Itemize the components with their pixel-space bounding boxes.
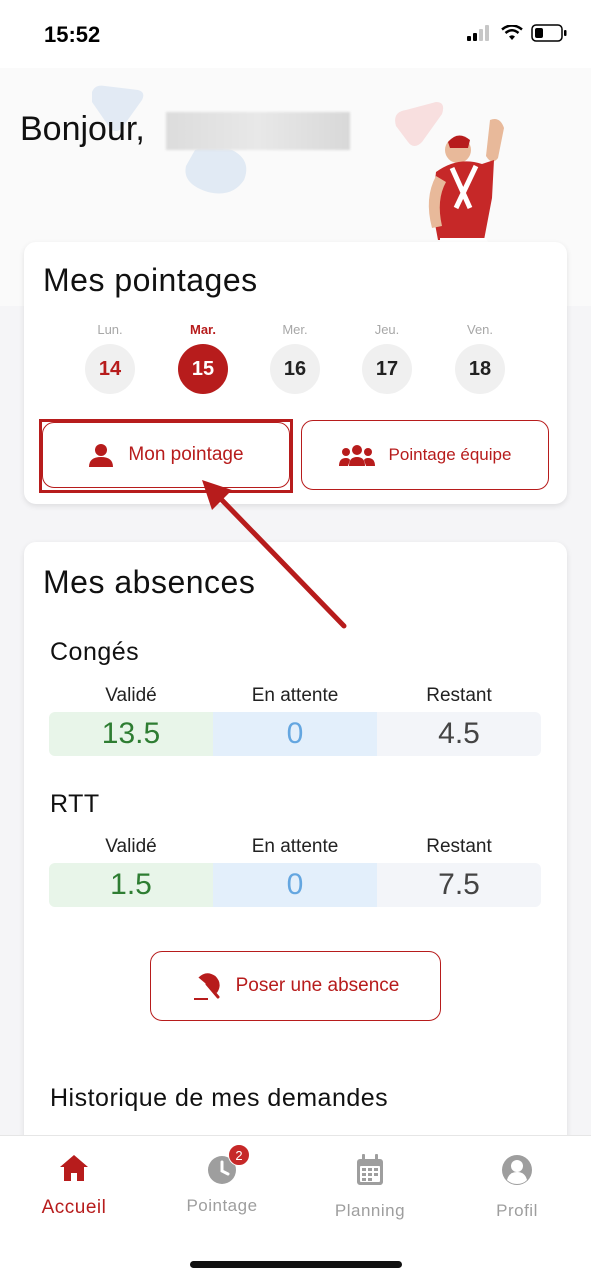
day-jeu[interactable]: Jeu. 17 xyxy=(360,322,414,394)
home-icon xyxy=(60,1155,88,1181)
column-header: En attente xyxy=(251,836,339,857)
conges-en-attente: 0 xyxy=(213,712,377,756)
column-header: Validé xyxy=(105,836,157,857)
column-header: En attente xyxy=(251,685,339,706)
conges-valide: 13.5 xyxy=(49,712,213,756)
poser-absence-label: Poser une absence xyxy=(235,975,400,996)
day-mar[interactable]: Mar. 15 xyxy=(176,322,230,394)
home-indicator[interactable] xyxy=(190,1261,402,1268)
status-icons xyxy=(467,24,567,42)
pointage-equipe-button[interactable]: Pointage équipe xyxy=(301,420,549,490)
conges-title: Congés xyxy=(50,638,140,666)
day-number: 16 xyxy=(270,344,320,394)
day-number: 17 xyxy=(362,344,412,394)
battery-icon xyxy=(531,24,567,42)
historique-title: Historique de mes demandes xyxy=(50,1084,389,1112)
umbrella-icon xyxy=(193,973,220,1000)
wifi-icon xyxy=(501,25,523,40)
rtt-title: RTT xyxy=(50,790,100,818)
nav-pointage[interactable]: 2 Pointage xyxy=(162,1144,282,1216)
status-time: 15:52 xyxy=(44,22,101,47)
day-ven[interactable]: Ven. 18 xyxy=(453,322,507,394)
rtt-restant: 7.5 xyxy=(377,863,541,907)
pointage-equipe-label: Pointage équipe xyxy=(388,445,512,464)
column-header: Restant xyxy=(426,836,492,857)
blurred-username xyxy=(166,112,350,150)
absences-title: Mes absences xyxy=(43,564,256,600)
status-bar: 15:52 xyxy=(0,0,591,68)
poser-absence-button[interactable]: Poser une absence xyxy=(150,951,441,1021)
conges-restant: 4.5 xyxy=(377,712,541,756)
day-lun[interactable]: Lun. 14 xyxy=(83,322,137,394)
column-header: Restant xyxy=(426,685,492,706)
rtt-valide: 1.5 xyxy=(49,863,213,907)
worker-illustration xyxy=(428,119,504,243)
nav-label: Profil xyxy=(496,1201,538,1220)
column-header: Validé xyxy=(105,685,157,706)
notification-badge: 2 xyxy=(228,1144,250,1166)
greeting: Bonjour, xyxy=(20,110,145,148)
day-number: 14 xyxy=(85,344,135,394)
pointages-title: Mes pointages xyxy=(43,262,258,298)
day-number: 18 xyxy=(455,344,505,394)
rtt-en-attente: 0 xyxy=(213,863,377,907)
nav-label: Planning xyxy=(334,1201,406,1220)
day-number: 15 xyxy=(178,344,228,394)
bottom-navigation: Accueil 2 Pointage Planning Profil xyxy=(0,1135,591,1280)
user-icon xyxy=(502,1155,532,1185)
nav-label: Pointage xyxy=(186,1196,258,1215)
absences-card: Mes absences Congés Validé En attente Re… xyxy=(24,542,567,1162)
day-mer[interactable]: Mer. 16 xyxy=(268,322,322,394)
calendar-icon xyxy=(357,1154,383,1185)
highlight-box xyxy=(39,419,293,493)
team-icon xyxy=(338,445,375,466)
signal-icon xyxy=(467,25,489,41)
nav-planning[interactable]: Planning xyxy=(310,1154,430,1221)
nav-label: Accueil xyxy=(41,1197,107,1218)
nav-accueil[interactable]: Accueil xyxy=(14,1154,134,1219)
nav-profil[interactable]: Profil xyxy=(457,1154,577,1221)
